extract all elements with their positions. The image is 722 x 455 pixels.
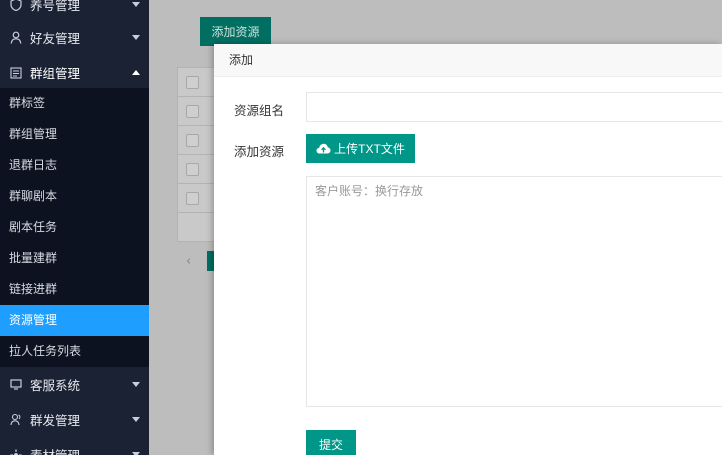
sidebar: 养号管理 好友管理 群组管理 群标签 群组管理 退群日志 群聊剧本 剧本任务 批… — [0, 0, 149, 455]
chevron-down-icon — [132, 417, 140, 422]
shield-icon — [9, 0, 23, 12]
nav-group-label: 群组管理 — [30, 66, 81, 81]
add-resource-label: 添加资源 — [233, 144, 284, 159]
upload-button-label: 上传TXT文件 — [334, 142, 405, 156]
add-resource-button[interactable]: 添加资源 — [200, 17, 271, 46]
pagination: ‹ — [177, 250, 217, 274]
table-row — [178, 97, 216, 126]
nav-group-groups[interactable]: 群组管理 — [0, 55, 149, 90]
row-checkbox[interactable] — [186, 134, 199, 147]
row-checkbox[interactable] — [186, 163, 199, 176]
row-checkbox[interactable] — [186, 192, 199, 205]
users-icon — [9, 413, 23, 427]
sidebar-item-pull-task-list[interactable]: 拉人任务列表 — [0, 336, 149, 367]
sidebar-item-batch-create[interactable]: 批量建群 — [0, 243, 149, 274]
nav-group-friends[interactable]: 好友管理 — [0, 20, 149, 55]
sidebar-item-script-tasks[interactable]: 剧本任务 — [0, 212, 149, 243]
sidebar-item-leave-log[interactable]: 退群日志 — [0, 150, 149, 181]
nav-group-label: 群发管理 — [30, 413, 81, 428]
select-all-checkbox[interactable] — [186, 76, 199, 89]
chevron-down-icon — [132, 382, 140, 387]
row-checkbox[interactable] — [186, 105, 199, 118]
submit-button[interactable]: 提交 — [306, 430, 356, 455]
nav-group-label: 客服系统 — [30, 378, 81, 393]
upload-txt-button[interactable]: 上传TXT文件 — [306, 134, 415, 163]
submenu-groups: 群标签 群组管理 退群日志 群聊剧本 剧本任务 批量建群 链接进群 资源管理 拉… — [0, 88, 149, 367]
resource-table — [177, 67, 217, 242]
nav-group-label: 素材管理 — [30, 445, 80, 455]
nav-group-mass-send[interactable]: 群发管理 — [0, 402, 149, 437]
add-resource-modal: 添加 资源组名 添加资源 上传TXT文件 提交 — [214, 44, 722, 455]
user-icon — [9, 31, 23, 45]
modal-title: 添加 — [214, 44, 722, 77]
chevron-left-icon[interactable]: ‹ — [186, 254, 191, 269]
sidebar-item-link-join[interactable]: 链接进群 — [0, 274, 149, 305]
sidebar-item-chat-script[interactable]: 群聊剧本 — [0, 181, 149, 212]
group-list-icon — [9, 66, 23, 80]
nav-group-customer-service[interactable]: 客服系统 — [0, 367, 149, 402]
cloud-upload-icon — [316, 143, 331, 154]
group-name-label: 资源组名 — [233, 103, 284, 118]
customer-accounts-textarea[interactable] — [306, 176, 722, 407]
material-icon — [9, 448, 23, 455]
table-row — [178, 184, 216, 213]
nav-group-account-nurturing[interactable]: 养号管理 — [0, 0, 149, 22]
table-row — [178, 126, 216, 155]
table-header-row — [178, 68, 216, 97]
nav-group-label: 好友管理 — [30, 31, 81, 46]
sidebar-item-group-tags[interactable]: 群标签 — [0, 88, 149, 119]
sidebar-item-resource-management[interactable]: 资源管理 — [0, 305, 149, 336]
table-row — [178, 155, 216, 184]
chevron-down-icon — [132, 35, 140, 40]
group-name-input[interactable] — [306, 92, 722, 122]
chevron-down-icon — [132, 2, 140, 7]
sidebar-item-group-management[interactable]: 群组管理 — [0, 119, 149, 150]
nav-group-label: 养号管理 — [30, 0, 81, 13]
chevron-up-icon — [132, 70, 140, 75]
nav-group-materials[interactable]: 素材管理 — [0, 437, 149, 455]
monitor-icon — [9, 378, 23, 392]
